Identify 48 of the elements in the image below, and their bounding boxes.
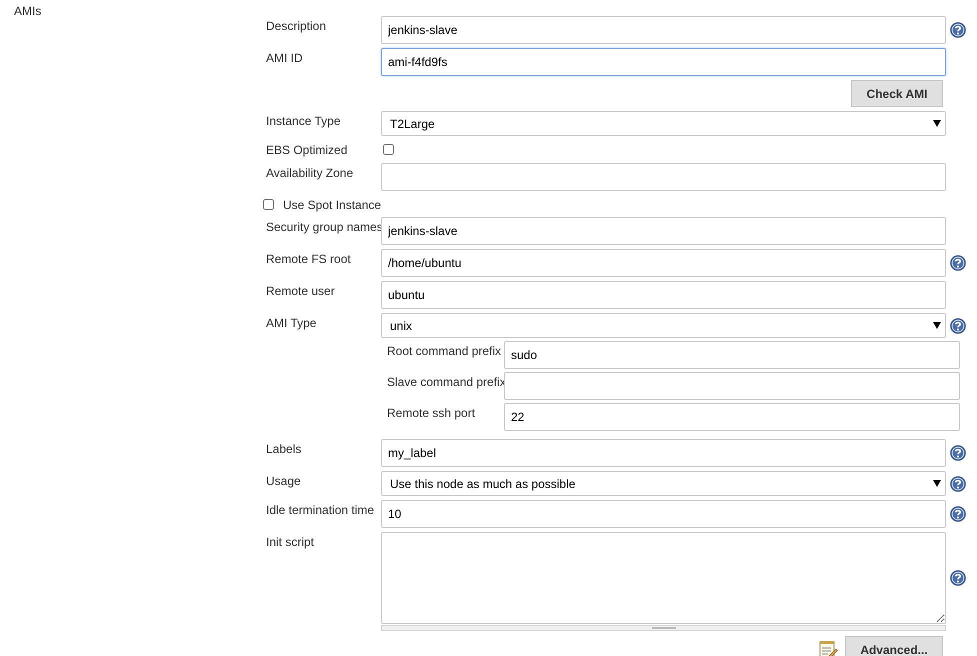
advanced-button[interactable]: Advanced... bbox=[845, 636, 943, 656]
input-field[interactable]: sudo bbox=[504, 341, 960, 369]
resize-handle[interactable] bbox=[381, 625, 946, 631]
field-label: Init script bbox=[266, 534, 316, 551]
field-label: Availability Zone bbox=[266, 165, 354, 182]
check-ami-button[interactable]: Check AMI bbox=[851, 80, 943, 107]
field-label: Remote FS root bbox=[266, 251, 352, 268]
help-icon[interactable] bbox=[950, 570, 966, 586]
field-label: Description bbox=[266, 18, 328, 35]
field-label: Remote ssh port bbox=[387, 405, 476, 422]
dropdown[interactable]: Use this node as much as possible bbox=[381, 471, 946, 496]
help-icon[interactable] bbox=[950, 318, 966, 334]
checkbox[interactable] bbox=[383, 144, 394, 155]
dropdown-arrow-icon bbox=[933, 480, 941, 487]
section-label: AMIs bbox=[14, 3, 42, 20]
field-label: AMI Type bbox=[266, 315, 318, 332]
field-label: Usage bbox=[266, 473, 302, 490]
field-label: Slave command prefix bbox=[387, 374, 504, 391]
field-label: Idle termination time bbox=[266, 502, 376, 519]
input-field[interactable]: my_label bbox=[381, 439, 946, 467]
field-label: Remote user bbox=[266, 283, 336, 300]
field-label: Instance Type bbox=[266, 113, 342, 130]
dropdown-arrow-icon bbox=[933, 120, 941, 127]
field-label: Labels bbox=[266, 441, 302, 458]
input-field[interactable]: /home/ubuntu bbox=[381, 249, 946, 277]
dropdown[interactable]: T2Large bbox=[381, 111, 946, 136]
notepad-pencil-icon bbox=[819, 640, 838, 656]
help-icon[interactable] bbox=[950, 22, 966, 38]
input-field[interactable]: 10 bbox=[381, 500, 946, 528]
input-field[interactable]: ami-f4fd9fs bbox=[381, 48, 946, 76]
input-field[interactable] bbox=[504, 372, 960, 400]
help-icon[interactable] bbox=[950, 506, 966, 522]
help-icon[interactable] bbox=[950, 476, 966, 492]
field-label: Security group names bbox=[266, 219, 381, 236]
field-label: AMI ID bbox=[266, 50, 304, 67]
input-field[interactable] bbox=[381, 163, 946, 191]
dropdown[interactable]: unix bbox=[381, 313, 946, 338]
input-field[interactable]: jenkins-slave bbox=[381, 16, 946, 44]
input-field[interactable]: 22 bbox=[504, 403, 960, 431]
checkbox-label: Use Spot Instance bbox=[283, 196, 382, 214]
dropdown-arrow-icon bbox=[933, 322, 941, 329]
help-icon[interactable] bbox=[950, 445, 966, 461]
field-label: Root command prefix bbox=[387, 343, 502, 360]
input-field[interactable]: ubuntu bbox=[381, 281, 946, 309]
field-label: EBS Optimized bbox=[266, 142, 348, 159]
input-field[interactable]: jenkins-slave bbox=[381, 217, 946, 245]
help-icon[interactable] bbox=[950, 255, 966, 271]
checkbox[interactable] bbox=[263, 199, 274, 210]
